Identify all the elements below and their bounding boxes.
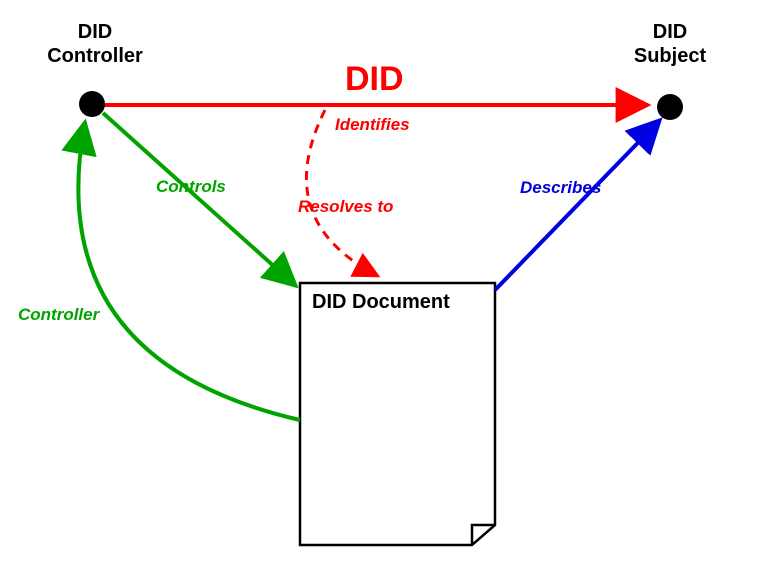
controller-label-line1: DID	[78, 21, 112, 43]
controller-edge-label: Controller	[18, 305, 99, 325]
subject-label-line1: DID	[653, 21, 687, 43]
subject-label: DID Subject	[615, 20, 725, 68]
edge-describes	[495, 120, 660, 290]
document-label: DID Document	[312, 291, 450, 314]
controller-node	[79, 91, 105, 117]
controls-label: Controls	[156, 177, 226, 197]
did-title: DID	[345, 60, 404, 99]
describes-label: Describes	[520, 178, 601, 198]
edge-controls	[103, 113, 296, 286]
did-document-node	[300, 283, 495, 545]
resolves-label: Resolves to	[298, 197, 393, 217]
subject-label-line2: Subject	[634, 45, 706, 67]
controller-label: DID Controller	[40, 20, 150, 68]
subject-node	[657, 94, 683, 120]
edge-controller	[78, 122, 300, 420]
identifies-label: Identifies	[335, 115, 410, 135]
controller-label-line2: Controller	[47, 45, 143, 67]
